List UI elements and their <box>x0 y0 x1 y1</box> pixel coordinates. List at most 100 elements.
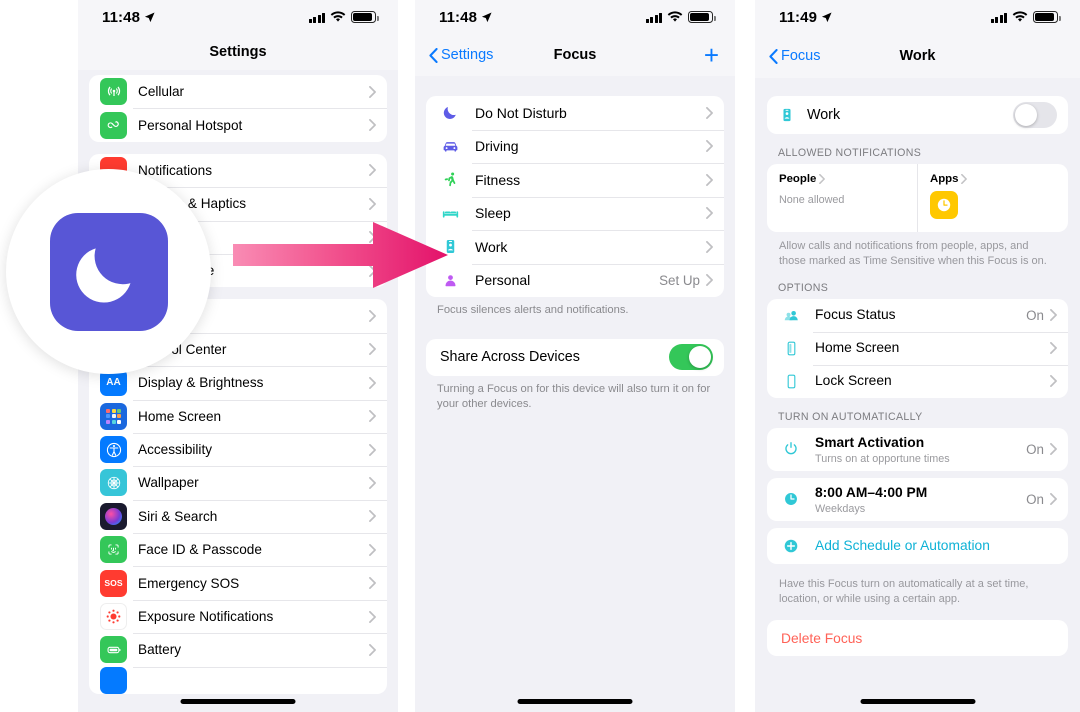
allowed-people-cell[interactable]: People None allowed <box>767 164 917 232</box>
sidebar-item-accessibility[interactable]: Accessibility <box>89 432 387 466</box>
chevron-left-icon <box>429 47 438 63</box>
add-schedule-button[interactable]: Add Schedule or Automation <box>767 528 1068 564</box>
sidebar-item-label: Face ID & Passcode <box>138 542 262 558</box>
back-button[interactable]: Settings <box>429 47 493 63</box>
option-value: On <box>1026 307 1044 323</box>
sidebar-item-wallpaper[interactable]: Wallpaper <box>89 466 387 499</box>
focus-item-label: Driving <box>475 138 519 155</box>
work-focus-toggle[interactable] <box>1013 102 1057 128</box>
sidebar-item-label: Emergency SOS <box>138 575 240 591</box>
people-value: None allowed <box>779 194 845 206</box>
auto-label: Smart Activation <box>815 434 925 450</box>
delete-focus-label: Delete Focus <box>781 630 863 646</box>
sidebar-item-personal-hotspot[interactable]: Personal Hotspot <box>89 108 387 141</box>
sidebar-item-label: Exposure Notifications <box>138 609 274 625</box>
share-across-devices-card: Share Across Devices <box>426 338 724 376</box>
turn-on-automatically-header: TURN ON AUTOMATICALLY <box>778 410 923 423</box>
option-home-screen[interactable]: Home Screen <box>767 331 1068 365</box>
home-screen-app-icon <box>100 402 127 430</box>
focus-item-do-not-disturb[interactable]: Do Not Disturb <box>426 96 724 130</box>
turn-on-automatically-note: Have this Focus turn on automatically at… <box>779 577 1029 605</box>
magnifier-callout <box>6 169 211 374</box>
chevron-right-icon <box>706 274 713 287</box>
add-schedule-label: Add Schedule or Automation <box>815 538 990 554</box>
status-time: 11:48 <box>439 8 478 26</box>
sidebar-item-emergency-sos[interactable]: SOS Emergency SOS <box>89 566 387 599</box>
share-across-devices-note: Turning a Focus on for this device will … <box>437 382 711 410</box>
battery-icon <box>1033 11 1061 23</box>
plus-circle-icon <box>780 537 802 555</box>
apps-caption: Apps <box>930 173 1056 185</box>
sidebar-item-display-brightness[interactable]: AA Display & Brightness <box>89 366 387 399</box>
back-button[interactable]: Focus <box>769 48 821 64</box>
sidebar-item-home-screen[interactable]: Home Screen <box>89 399 387 433</box>
lock-screen-icon <box>780 373 802 390</box>
add-schedule-card: Add Schedule or Automation <box>767 527 1068 564</box>
chevron-right-icon <box>369 310 376 323</box>
delete-focus-card: Delete Focus <box>767 620 1068 657</box>
battery-icon <box>351 11 379 23</box>
auto-value: On <box>1026 441 1044 457</box>
chevron-right-icon <box>369 376 376 389</box>
focus-moon-icon <box>49 212 168 331</box>
sidebar-item-face-id-passcode[interactable]: Face ID & Passcode <box>89 533 387 566</box>
sidebar-item-cellular[interactable]: Cellular <box>89 75 387 108</box>
sidebar-item-label: Siri & Search <box>138 508 218 524</box>
location-arrow-icon <box>144 12 155 22</box>
phone-focus: 11:48 Settings Focus + Do Not Disturb Dr… <box>415 0 735 712</box>
chevron-right-icon <box>1050 375 1057 388</box>
focus-item-label: Personal <box>475 272 531 289</box>
smart-activation-card: Smart Activation Turns on at opportune t… <box>767 427 1068 471</box>
auto-value: On <box>1026 491 1044 507</box>
work-toggle-row[interactable]: Work <box>767 96 1068 134</box>
exposure-notifications-app-icon <box>100 603 127 631</box>
settings-group-connectivity: Cellular Personal Hotspot <box>89 75 387 142</box>
focus-item-fitness[interactable]: Fitness <box>426 163 724 197</box>
apps-label: Apps <box>930 173 959 185</box>
share-across-devices-toggle[interactable] <box>669 344 713 371</box>
sidebar-item-exposure-notifications[interactable]: Exposure Notifications <box>89 599 387 633</box>
clock-app-icon <box>930 191 958 219</box>
cellular-app-icon <box>100 78 127 106</box>
people-label: People <box>779 173 817 185</box>
focus-item-work[interactable]: Work <box>426 230 724 264</box>
focus-item-sleep[interactable]: Sleep <box>426 196 724 231</box>
emergency-sos-app-icon: SOS <box>100 569 127 597</box>
option-label: Home Screen <box>815 340 900 356</box>
siri-app-icon <box>100 502 127 530</box>
auto-smart-activation[interactable]: Smart Activation Turns on at opportune t… <box>767 428 1068 471</box>
work-toggle-card: Work <box>767 96 1068 134</box>
chevron-right-icon <box>369 164 376 177</box>
clock-icon <box>780 490 802 508</box>
battery-icon <box>688 11 716 23</box>
allowed-apps-cell[interactable]: Apps <box>917 164 1068 232</box>
chevron-right-icon <box>369 410 376 423</box>
share-across-devices-row[interactable]: Share Across Devices <box>426 339 724 376</box>
chevron-right-icon <box>1050 493 1057 506</box>
focus-item-label: Sleep <box>475 205 511 222</box>
allowed-notifications-note: Allow calls and notifications from peopl… <box>779 240 1047 267</box>
option-focus-status[interactable]: Focus Status On <box>767 299 1068 332</box>
add-focus-button[interactable]: + <box>704 42 719 68</box>
auto-label: 8:00 AM–4:00 PM <box>815 484 928 500</box>
privacy-app-icon <box>100 666 127 694</box>
wifi-icon <box>667 11 683 22</box>
sidebar-item-siri-search[interactable]: Siri & Search <box>89 499 387 533</box>
chevron-right-icon <box>1050 309 1057 322</box>
option-lock-screen[interactable]: Lock Screen <box>767 364 1068 398</box>
auto-schedule[interactable]: 8:00 AM–4:00 PM Weekdays On <box>767 478 1068 521</box>
home-indicator <box>517 699 633 704</box>
schedule-card: 8:00 AM–4:00 PM Weekdays On <box>767 477 1068 521</box>
work-toggle-label: Work <box>807 107 841 123</box>
focus-item-personal[interactable]: Personal Set Up <box>426 263 724 298</box>
focus-item-label: Work <box>475 238 508 255</box>
sidebar-item-battery[interactable]: Battery <box>89 633 387 666</box>
hotspot-app-icon <box>100 111 127 139</box>
share-across-devices-label: Share Across Devices <box>440 349 580 366</box>
delete-focus-button[interactable]: Delete Focus <box>767 620 1068 656</box>
sidebar-item-label: Notifications <box>138 162 213 178</box>
nav-bar: Settings Focus + <box>415 34 735 76</box>
focus-item-driving[interactable]: Driving <box>426 129 724 164</box>
sidebar-item-label: Accessibility <box>138 442 213 458</box>
sidebar-item-privacy[interactable] <box>89 666 387 694</box>
